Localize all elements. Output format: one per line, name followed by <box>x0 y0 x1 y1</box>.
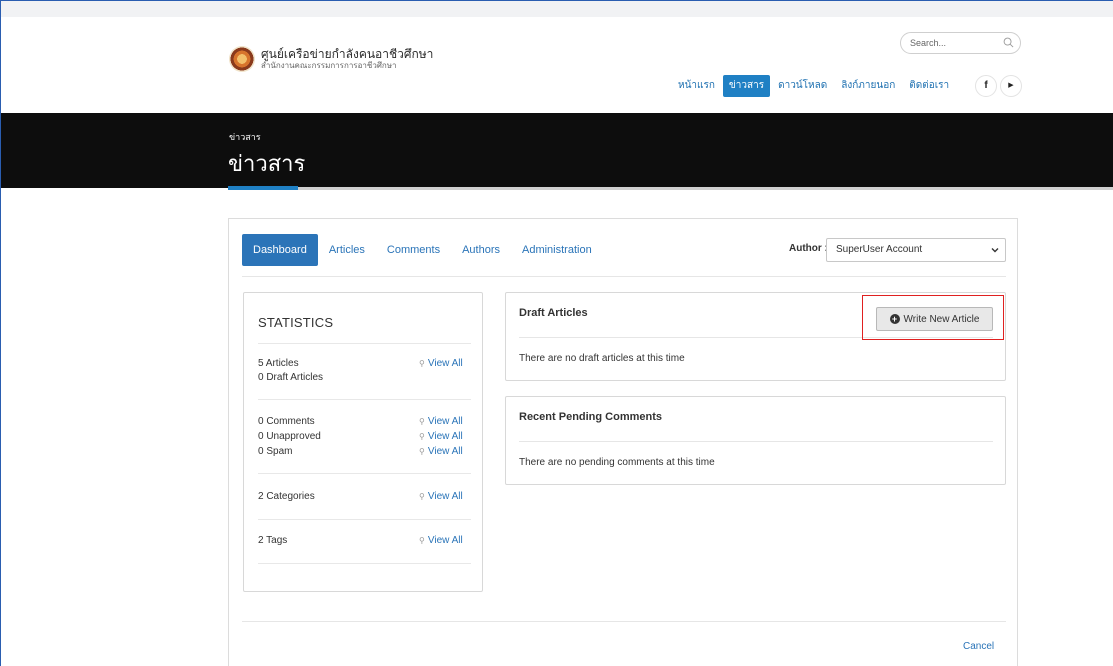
chevron-down-icon <box>991 248 999 253</box>
draft-articles-empty-message: There are no draft articles at this time <box>519 353 685 364</box>
footer-divider <box>242 621 1006 622</box>
site-subtitle: สำนักงานคณะกรรมการการอาชีวศึกษา <box>261 60 397 70</box>
stat-articles: 5 Articles <box>258 358 299 369</box>
magnifier-icon: ⚲ <box>419 447 425 456</box>
cancel-link[interactable]: Cancel <box>963 641 994 652</box>
draft-articles-heading: Draft Articles <box>519 307 588 319</box>
main-nav: หน้าแรก ข่าวสาร ดาวน์โหลด ลิงก์ภายนอก ติ… <box>672 75 957 97</box>
view-all-categories-link[interactable]: ⚲ View All <box>419 489 463 504</box>
view-all-unapproved-link[interactable]: ⚲ View All <box>419 429 463 444</box>
view-all-label: View All <box>427 446 463 457</box>
tab-comments[interactable]: Comments <box>376 234 451 266</box>
divider <box>258 519 471 520</box>
search-icon[interactable] <box>1003 37 1014 48</box>
pending-comments-heading: Recent Pending Comments <box>519 411 663 423</box>
pending-comments-card: Recent Pending Comments There are no pen… <box>505 396 1006 485</box>
divider <box>258 473 471 474</box>
pending-comments-empty-message: There are no pending comments at this ti… <box>519 457 715 468</box>
view-all-articles-link[interactable]: ⚲ View All <box>419 356 463 371</box>
divider <box>519 441 993 442</box>
stat-comments: 0 Comments <box>258 416 315 427</box>
magnifier-icon: ⚲ <box>419 359 425 368</box>
author-select-value: SuperUser Account <box>836 244 923 255</box>
view-all-label: View All <box>427 535 463 546</box>
tab-administration[interactable]: Administration <box>511 234 603 266</box>
statistics-heading: STATISTICS <box>258 315 334 330</box>
view-all-label: View All <box>427 431 463 442</box>
divider <box>258 563 471 564</box>
stat-draft-articles: 0 Draft Articles <box>258 372 324 383</box>
page-title: ข่าวสาร <box>228 152 306 177</box>
page-banner: ข่าวสาร ข่าวสาร <box>1 113 1113 188</box>
magnifier-icon: ⚲ <box>419 536 425 545</box>
nav-item-contact[interactable]: ติดต่อเรา <box>903 75 955 97</box>
nav-item-links[interactable]: ลิงก์ภายนอก <box>835 75 901 97</box>
dashboard-tabs: Dashboard Articles Comments Authors Admi… <box>242 234 603 266</box>
view-all-label: View All <box>427 416 463 427</box>
youtube-icon[interactable]: ▶ <box>1000 75 1022 97</box>
author-select[interactable]: SuperUser Account <box>826 238 1006 262</box>
stat-spam: 0 Spam <box>258 446 293 457</box>
statistics-card: STATISTICS 5 Articles 0 Draft Articles ⚲… <box>243 292 483 592</box>
stat-tags: 2 Tags <box>258 535 288 546</box>
nav-item-news[interactable]: ข่าวสาร <box>722 75 771 97</box>
tabs-divider <box>242 276 1006 277</box>
blog-dashboard-panel: Dashboard Articles Comments Authors Admi… <box>228 218 1018 666</box>
tab-articles[interactable]: Articles <box>318 234 376 266</box>
stat-categories: 2 Categories <box>258 491 315 502</box>
author-label: Author : <box>789 243 828 254</box>
stat-unapproved: 0 Unapproved <box>258 431 321 442</box>
facebook-icon[interactable]: f <box>975 75 997 97</box>
banner-underline <box>298 187 1113 190</box>
highlight-box <box>862 295 1004 340</box>
site-logo-emblem <box>229 46 255 72</box>
view-all-spam-link[interactable]: ⚲ View All <box>419 444 463 459</box>
divider <box>258 343 471 344</box>
nav-item-home[interactable]: หน้าแรก <box>672 75 721 97</box>
nav-item-download[interactable]: ดาวน์โหลด <box>772 75 833 97</box>
magnifier-icon: ⚲ <box>419 492 425 501</box>
breadcrumb[interactable]: ข่าวสาร <box>229 130 261 144</box>
view-all-tags-link[interactable]: ⚲ View All <box>419 533 463 548</box>
tab-dashboard[interactable]: Dashboard <box>242 234 318 266</box>
site-title: ศูนย์เครือข่ายกำลังคนอาชีวศึกษา <box>261 46 434 61</box>
magnifier-icon: ⚲ <box>419 432 425 441</box>
search-input[interactable] <box>910 33 1000 53</box>
magnifier-icon: ⚲ <box>419 417 425 426</box>
search-box <box>900 32 1021 54</box>
tab-authors[interactable]: Authors <box>451 234 511 266</box>
banner-accent-bar <box>228 186 298 190</box>
divider <box>258 399 471 400</box>
view-all-label: View All <box>427 491 463 502</box>
view-all-label: View All <box>427 358 463 369</box>
view-all-comments-link[interactable]: ⚲ View All <box>419 414 463 429</box>
site-logo-link[interactable]: ศูนย์เครือข่ายกำลังคนอาชีวศึกษา สำนักงาน… <box>229 46 433 72</box>
top-strip <box>1 1 1113 17</box>
